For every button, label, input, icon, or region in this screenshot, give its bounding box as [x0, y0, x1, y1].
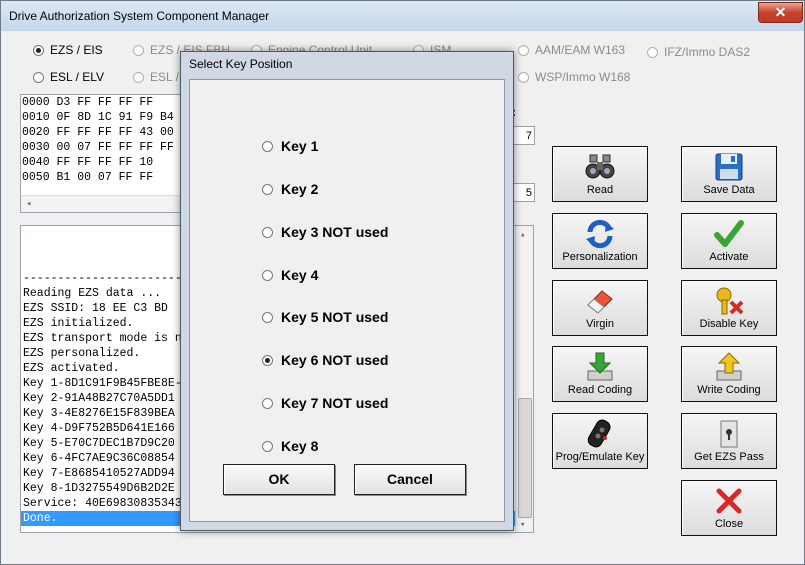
write-coding-button-label: Write Coding: [697, 384, 761, 396]
value-field-2[interactable]: 5: [513, 183, 535, 202]
key-disabled-icon: [716, 287, 744, 315]
radio-aam-eam-w163[interactable]: AAM/EAM W163: [518, 43, 625, 57]
read-button-label: Read: [586, 184, 614, 196]
download-arrow-icon: [587, 352, 613, 381]
car-key-fob-icon: [587, 419, 611, 448]
hex-line: 0030 00 07 FF FF FF FF: [22, 141, 174, 154]
binoculars-icon: [585, 154, 615, 179]
window-close-button[interactable]: ✕: [758, 2, 803, 23]
hex-line: 0020 FF FF FF FF 43 00: [22, 126, 174, 139]
read-button[interactable]: Read: [552, 146, 648, 202]
window-title: Drive Authorization System Component Man…: [9, 9, 270, 23]
title-bar[interactable]: Drive Authorization System Component Man…: [1, 1, 804, 31]
key-option-8[interactable]: Key 8: [262, 438, 318, 454]
read-coding-button-label: Read Coding: [567, 384, 633, 396]
radio-esl-elv[interactable]: ESL / ELV: [33, 70, 104, 84]
radio-indicator: [33, 44, 44, 56]
hex-dump-panel[interactable]: 0000 D3 FF FF FF FF 0010 0F 8D 1C 91 F9 …: [20, 94, 184, 213]
cancel-button[interactable]: Cancel: [354, 464, 466, 495]
checkmark-icon: [714, 220, 744, 247]
virgin-button-label: Virgin: [586, 318, 614, 330]
red-x-icon: [716, 488, 742, 514]
personalization-button-label: Personalization: [562, 251, 638, 263]
hex-line: 0010 0F 8D 1C 91 F9 B4: [22, 111, 174, 124]
activate-button[interactable]: Activate: [681, 213, 777, 269]
radio-ezs-eis[interactable]: EZS / EIS: [33, 43, 103, 57]
upload-arrow-icon: [716, 352, 742, 381]
refresh-arrows-icon: [586, 219, 614, 249]
ok-button[interactable]: OK: [223, 464, 335, 495]
key-option-5[interactable]: Key 5 NOT used: [262, 309, 388, 325]
key-option-1[interactable]: Key 1: [262, 138, 318, 154]
virgin-button[interactable]: Virgin: [552, 280, 648, 336]
activate-button-label: Activate: [709, 251, 749, 263]
save-data-button[interactable]: Save Data: [681, 146, 777, 202]
scroll-up-arrow-icon[interactable]: ▴: [520, 228, 525, 243]
eraser-icon: [587, 290, 613, 314]
value-field-1[interactable]: 7: [513, 126, 535, 145]
log-vertical-scrollbar[interactable]: ▴ ▾: [515, 226, 533, 532]
key-option-4[interactable]: Key 4: [262, 267, 318, 283]
disable-key-button-label: Disable Key: [699, 318, 759, 330]
key-option-2[interactable]: Key 2: [262, 181, 318, 197]
key-option-3[interactable]: Key 3 NOT used: [262, 224, 388, 240]
scroll-down-arrow-icon[interactable]: ▾: [520, 518, 525, 532]
hex-line: 0050 B1 00 07 FF FF: [22, 171, 154, 184]
get-ezs-pass-button-label: Get EZS Pass: [694, 451, 764, 463]
hex-line: 0040 FF FF FF FF 10: [22, 156, 154, 169]
scroll-thumb[interactable]: [518, 398, 532, 518]
prog-emulate-key-button[interactable]: Prog/Emulate Key: [552, 413, 648, 469]
prog-emulate-key-button-label: Prog/Emulate Key: [555, 451, 645, 463]
save-data-button-label: Save Data: [703, 184, 755, 196]
hex-horizontal-scrollbar[interactable]: ◂: [21, 195, 183, 212]
hex-line: 0000 D3 FF FF FF FF: [22, 96, 154, 109]
key-option-6[interactable]: Key 6 NOT used: [262, 352, 388, 368]
write-coding-button[interactable]: Write Coding: [681, 346, 777, 402]
radio-wsp-immo-w168[interactable]: WSP/Immo W168: [518, 70, 630, 84]
lock-card-icon: [720, 420, 738, 448]
close-button-label: Close: [714, 518, 744, 530]
scroll-left-arrow-icon[interactable]: ◂: [26, 197, 31, 212]
key-option-7[interactable]: Key 7 NOT used: [262, 395, 388, 411]
get-ezs-pass-button[interactable]: Get EZS Pass: [681, 413, 777, 469]
read-coding-button[interactable]: Read Coding: [552, 346, 648, 402]
radio-indicator: [262, 140, 273, 152]
close-button[interactable]: Close: [681, 480, 777, 536]
personalization-button[interactable]: Personalization: [552, 213, 648, 269]
select-key-dialog: Select Key Position Key 1 Key 2 Key 3 NO…: [180, 51, 514, 531]
dialog-title: Select Key Position: [189, 57, 293, 71]
disable-key-button[interactable]: Disable Key: [681, 280, 777, 336]
dialog-body: Key 1 Key 2 Key 3 NOT used Key 4 Key 5 N…: [189, 79, 505, 522]
floppy-disk-icon: [715, 153, 743, 181]
radio-ifz-immo-das2[interactable]: IFZ/Immo DAS2: [647, 45, 750, 59]
